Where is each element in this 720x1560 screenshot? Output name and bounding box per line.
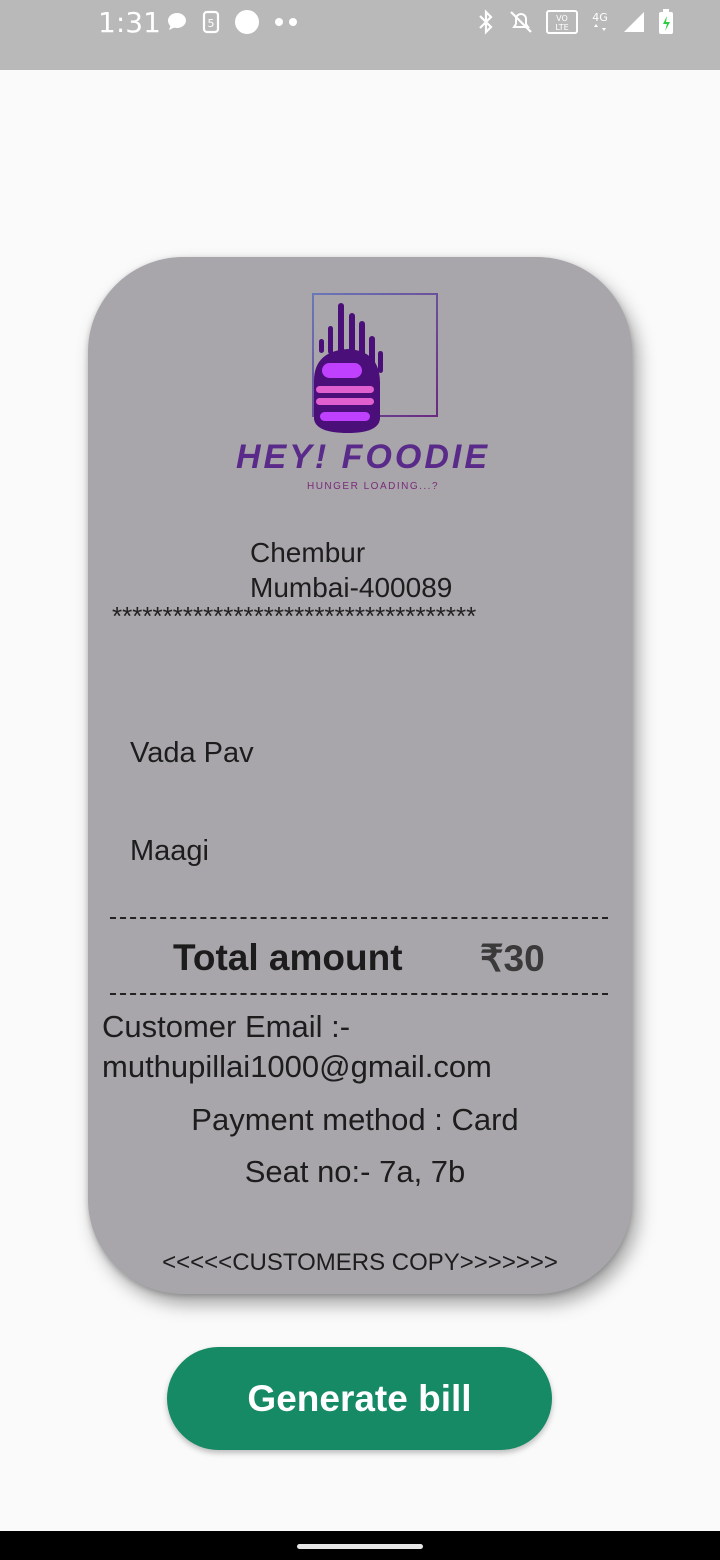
order-item: Vada Pav — [130, 737, 254, 769]
status-left-icons: 5 — [165, 8, 299, 36]
customer-email-value: muthupillai1000@gmail.com — [102, 1049, 492, 1084]
dashed-divider — [110, 993, 608, 995]
battery-charging-icon — [658, 9, 674, 35]
brand-name: HEY! FOODIE — [236, 438, 490, 476]
sim-icon: 5 — [201, 10, 221, 34]
generate-bill-button[interactable]: Generate bill — [167, 1347, 552, 1450]
home-gesture-handle[interactable] — [297, 1544, 423, 1549]
bluetooth-icon — [476, 9, 496, 35]
total-value: ₹30 — [480, 938, 545, 979]
address-line-2: Mumbai-400089 — [250, 572, 453, 603]
star-divider: ************************************ — [112, 601, 477, 631]
svg-text:LTE: LTE — [555, 23, 568, 32]
svg-text:5: 5 — [208, 17, 215, 30]
volte-icon: VO LTE — [546, 10, 578, 34]
dots-icon — [273, 16, 299, 28]
circle-icon — [233, 8, 261, 36]
status-right-icons: VO LTE 4G — [476, 8, 674, 36]
receipt-card: HEY! FOODIE HUNGER LOADING...? Chembur M… — [88, 257, 632, 1294]
total-label: Total amount — [173, 937, 403, 978]
navigation-bar — [0, 1531, 720, 1560]
status-bar: 1:31 5 VO LTE 4G — [0, 0, 720, 70]
customer-email-label: Customer Email :- — [102, 1009, 351, 1044]
order-item: Maagi — [130, 835, 209, 867]
address-line-1: Chembur — [250, 537, 366, 568]
payment-method: Payment method : Card — [191, 1102, 519, 1137]
chat-bubble-icon — [165, 10, 189, 34]
svg-text:VO: VO — [556, 14, 568, 23]
status-time: 1:31 — [98, 6, 161, 39]
brand-tagline: HUNGER LOADING...? — [307, 481, 439, 492]
store-address: Chembur Mumbai-400089 — [250, 535, 452, 605]
seat-number: Seat no:- 7a, 7b — [244, 1154, 466, 1189]
mute-icon — [508, 9, 534, 35]
dashed-divider — [110, 917, 608, 919]
4g-icon: 4G — [590, 9, 610, 35]
signal-icon — [622, 10, 646, 34]
customers-copy-label: <<<<<CUSTOMERS COPY>>>>>>> — [162, 1249, 558, 1276]
brand-logo: HEY! FOODIE HUNGER LOADING...? — [228, 291, 498, 501]
svg-text:4G: 4G — [592, 11, 608, 24]
